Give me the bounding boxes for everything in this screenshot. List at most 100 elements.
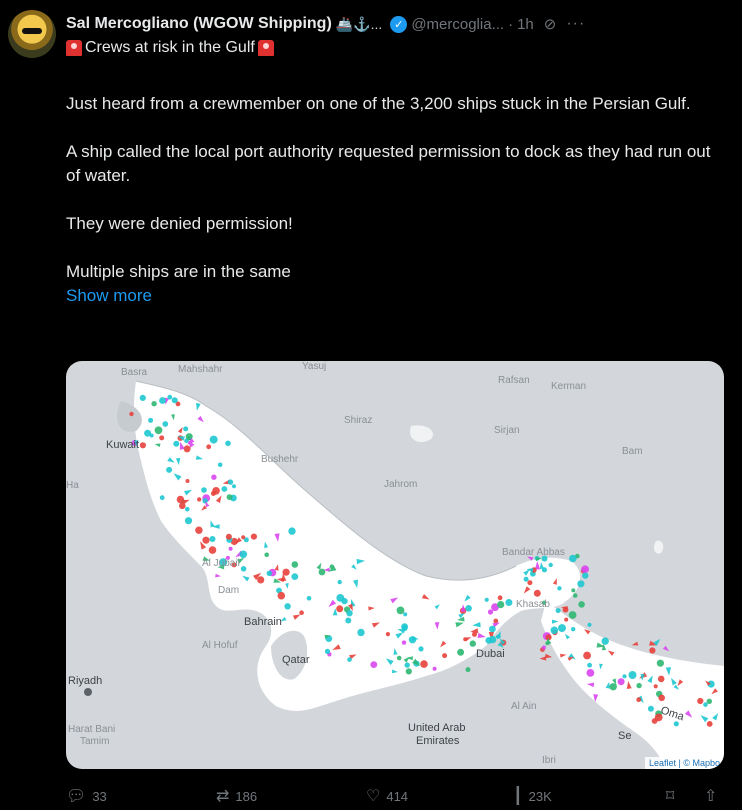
ship-marker bbox=[318, 568, 326, 576]
ship-marker bbox=[558, 624, 566, 633]
ship-marker bbox=[357, 628, 365, 637]
paragraph: They were denied permission! bbox=[66, 214, 293, 233]
subtitle-text: Crews at risk in the Gulf bbox=[85, 39, 255, 56]
ship-marker bbox=[706, 721, 713, 727]
ship-marker bbox=[562, 606, 569, 613]
map-label-bandar-abbas: Bandar Abbas bbox=[502, 547, 565, 558]
ship-marker bbox=[154, 426, 163, 435]
ship-marker bbox=[159, 495, 165, 501]
action-bar: 💬︎ 33 ⇄ 186 ♡ 414 ┃ 23K ⌑ ⇧ bbox=[66, 784, 726, 808]
grok-icon[interactable]: ⊘ bbox=[544, 15, 557, 33]
ship-marker bbox=[306, 596, 312, 601]
ship-marker bbox=[622, 674, 627, 679]
ship-marker bbox=[527, 580, 533, 586]
map-label-kerman: Kerman bbox=[551, 381, 586, 392]
ship-marker bbox=[250, 533, 257, 540]
riyadh-marker-icon bbox=[84, 688, 92, 696]
ship-marker bbox=[408, 636, 417, 644]
ship-marker bbox=[148, 417, 154, 423]
ship-marker bbox=[139, 442, 146, 449]
ship-marker bbox=[197, 497, 202, 502]
ship-marker bbox=[488, 635, 497, 644]
repost-icon: ⇄ bbox=[216, 788, 230, 805]
ship-marker bbox=[571, 627, 576, 632]
ship-marker bbox=[159, 397, 166, 404]
share-button[interactable]: ⇧ bbox=[704, 786, 717, 806]
map-label-bam: Bam bbox=[622, 446, 643, 457]
ship-marker bbox=[533, 589, 541, 597]
map-label-riyadh: Riyadh bbox=[68, 675, 102, 687]
ship-marker bbox=[385, 632, 390, 637]
reply-button[interactable]: 💬︎ 33 bbox=[66, 786, 107, 806]
ship-marker bbox=[609, 683, 617, 691]
ship-marker bbox=[432, 666, 437, 671]
map-label-al-ain: Al Ain bbox=[511, 701, 537, 712]
ship-marker bbox=[493, 618, 499, 624]
map-label-hofuf: Al Hofuf bbox=[202, 640, 238, 651]
ship-marker bbox=[288, 527, 296, 535]
ship-marker bbox=[202, 498, 208, 504]
timestamp[interactable]: 1h bbox=[517, 16, 534, 33]
show-more-link[interactable]: Show more bbox=[66, 284, 726, 308]
ship-marker bbox=[489, 625, 496, 633]
map-label-bushehr: Bushehr bbox=[261, 454, 299, 465]
ship-marker bbox=[162, 421, 169, 427]
ship-marker bbox=[299, 610, 304, 615]
ship-marker bbox=[647, 705, 654, 712]
ship-marker bbox=[346, 610, 353, 617]
map-label-haradh-1: Harat Bani bbox=[68, 724, 115, 735]
ship-marker bbox=[151, 401, 157, 407]
post-body: Just heard from a crewmember on one of t… bbox=[66, 92, 726, 308]
repost-button[interactable]: ⇄ 186 bbox=[216, 786, 257, 806]
bookmark-button[interactable]: ⌑ bbox=[666, 786, 674, 806]
ship-marker bbox=[185, 479, 190, 483]
ship-marker bbox=[404, 662, 410, 668]
ship-marker bbox=[149, 433, 154, 438]
ship-marker bbox=[657, 675, 665, 683]
views-button[interactable]: ┃ 23K bbox=[513, 786, 552, 806]
ship-marker bbox=[211, 474, 217, 480]
ship-marker bbox=[601, 637, 609, 645]
map-label-kuwait: Kuwait bbox=[106, 439, 139, 451]
ship-marker bbox=[264, 552, 269, 558]
ship-marker bbox=[401, 623, 408, 631]
separator-dot: · bbox=[508, 15, 514, 33]
siren-icon bbox=[66, 40, 82, 56]
ship-map-image[interactable]: Basra Mahshahr Yasuj Rafsan Kerman Shira… bbox=[66, 361, 724, 769]
ship-marker bbox=[587, 662, 592, 668]
ship-marker bbox=[656, 659, 665, 667]
ship-marker bbox=[336, 594, 345, 602]
paragraph: A ship called the local port authority r… bbox=[66, 142, 711, 185]
map-label-haradh-2: Tamim bbox=[80, 736, 109, 747]
ship-marker bbox=[401, 640, 407, 645]
ship-marker bbox=[418, 646, 424, 652]
map-label-yasuj: Yasuj bbox=[302, 361, 326, 372]
ship-marker bbox=[336, 605, 344, 613]
more-options-icon[interactable]: ··· bbox=[566, 15, 585, 33]
avatar[interactable] bbox=[8, 10, 56, 58]
map-label-sirjan: Sirjan bbox=[494, 425, 520, 436]
ship-marker bbox=[583, 651, 591, 660]
ship-marker bbox=[226, 494, 233, 500]
ship-marker bbox=[420, 660, 428, 668]
heart-icon: ♡ bbox=[366, 788, 381, 805]
ship-marker bbox=[337, 579, 342, 585]
ship-marker bbox=[266, 570, 272, 576]
ship-marker bbox=[183, 426, 189, 432]
ship-marker bbox=[206, 444, 212, 450]
ship-marker bbox=[541, 645, 546, 650]
handle[interactable]: @mercoglia... bbox=[411, 16, 504, 33]
ship-marker bbox=[239, 550, 248, 559]
ship-marker bbox=[284, 603, 291, 610]
like-button[interactable]: ♡ 414 bbox=[366, 786, 408, 806]
map-attribution[interactable]: Leaflet | © Mapbo bbox=[644, 757, 724, 769]
map-graphic: Basra Mahshahr Yasuj Rafsan Kerman Shira… bbox=[66, 361, 724, 769]
gulf-of-oman-water bbox=[541, 601, 724, 769]
ship-marker bbox=[706, 698, 712, 704]
ship-marker bbox=[291, 573, 299, 580]
ship-marker bbox=[217, 462, 223, 468]
ship-marker bbox=[571, 588, 576, 593]
display-name[interactable]: Sal Mercogliano (WGOW Shipping) bbox=[66, 15, 332, 33]
map-label-qatar: Qatar bbox=[282, 654, 310, 666]
ship-marker bbox=[129, 411, 134, 417]
